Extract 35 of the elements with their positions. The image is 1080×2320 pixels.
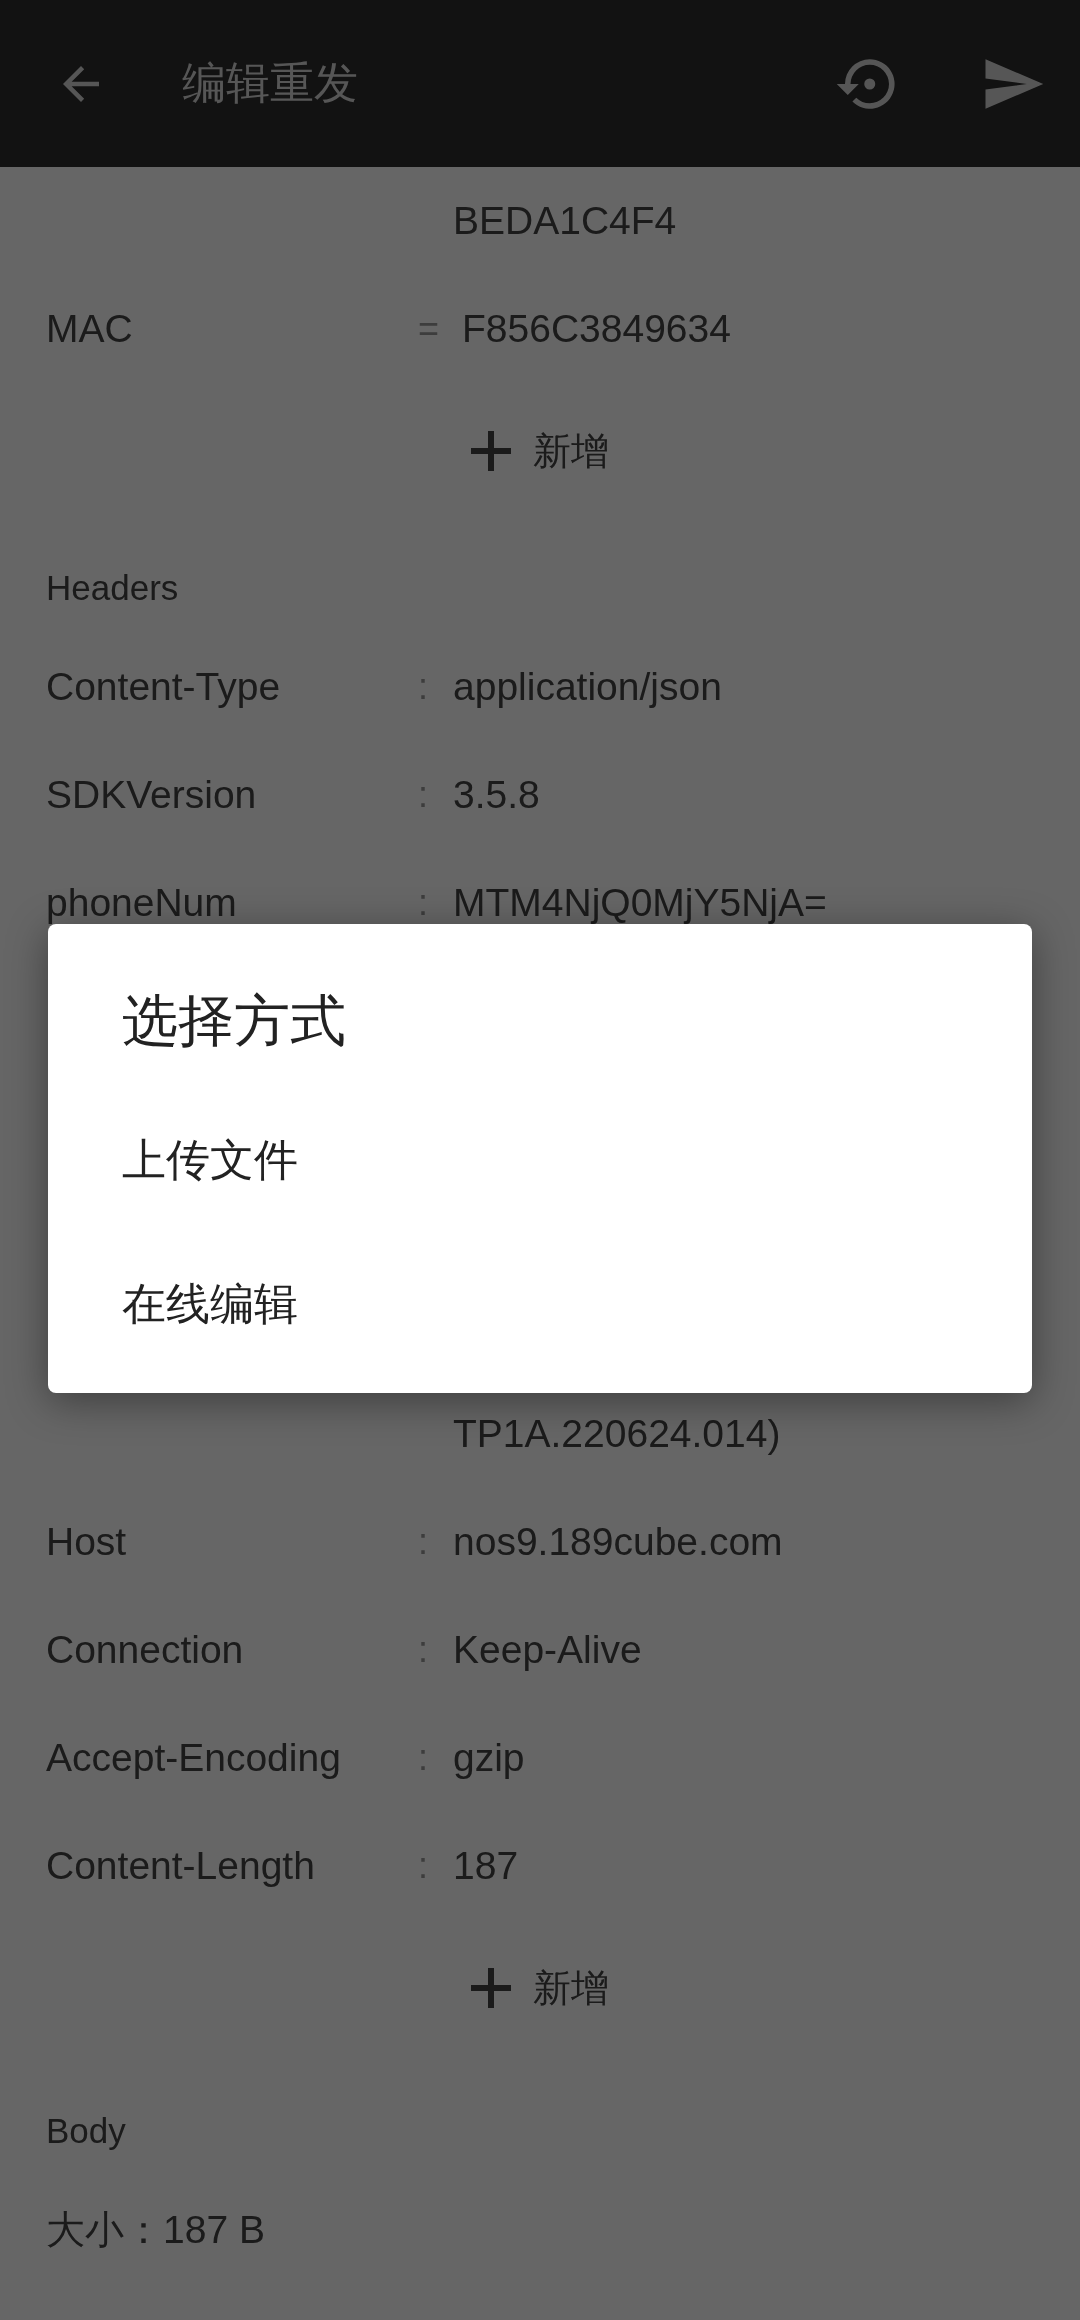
- dialog-option[interactable]: 上传文件: [48, 1088, 1032, 1232]
- separator: :: [418, 774, 429, 816]
- header-value: TP1A.220624.014): [453, 1412, 781, 1456]
- separator: :: [418, 1629, 429, 1671]
- header-value: 187: [453, 1844, 519, 1888]
- header-key: phoneNum: [46, 881, 418, 925]
- plus-icon: [471, 431, 511, 471]
- header-value: F856C3849634: [462, 307, 731, 351]
- dialog-title: 选择方式: [121, 987, 347, 1055]
- body-size: 大小：187 B: [45, 2207, 266, 2253]
- section-title: Body: [45, 2110, 127, 2152]
- dialog-option[interactable]: 在线编辑: [48, 1232, 1032, 1376]
- header-key: MAC: [46, 307, 418, 351]
- header-value: nos9.189cube.com: [453, 1520, 783, 1564]
- section-title: Headers: [45, 567, 180, 609]
- separator: :: [418, 1845, 429, 1887]
- separator: :: [418, 1521, 429, 1563]
- header-key: Content-Type: [46, 665, 418, 709]
- separator: =: [418, 308, 441, 350]
- separator: :: [418, 1737, 429, 1779]
- header-key: Connection: [46, 1628, 418, 1672]
- header-value: Keep-Alive: [453, 1628, 642, 1672]
- header-value: application/json: [453, 665, 722, 709]
- header-value: gzip: [453, 1736, 525, 1780]
- separator: :: [418, 882, 429, 924]
- header-key: Host: [46, 1520, 418, 1564]
- header-key: SDKVersion: [46, 773, 418, 817]
- header-key: Content-Length: [46, 1844, 418, 1888]
- header-key: Accept-Encoding: [46, 1736, 418, 1780]
- plus-icon: [471, 1968, 511, 2008]
- header-value: BEDA1C4F4: [453, 199, 677, 243]
- header-value: 3.5.8: [453, 773, 540, 817]
- separator: :: [418, 666, 429, 708]
- header-value: MTM4NjQ0MjY5NjA=: [453, 881, 827, 925]
- app-bar-title: 编辑重发: [182, 56, 359, 110]
